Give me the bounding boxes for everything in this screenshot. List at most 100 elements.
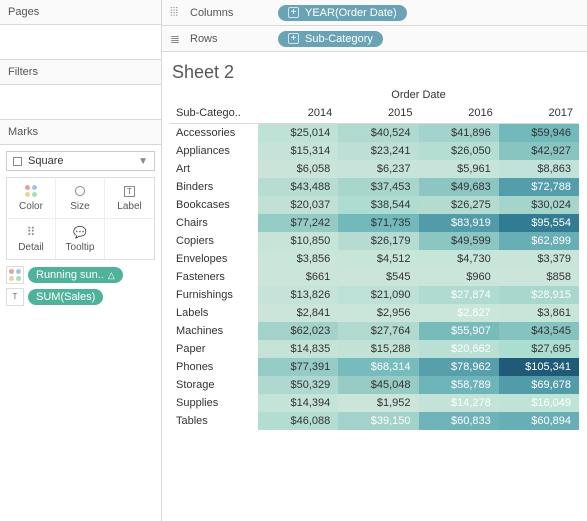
rows-shelf[interactable]: ≣ Rows + Sub-Category [162,26,587,52]
cell[interactable]: $42,927 [499,142,579,160]
cell[interactable]: $661 [258,268,338,286]
cell[interactable]: $3,379 [499,250,579,268]
cell[interactable]: $2,841 [258,304,338,322]
cell[interactable]: $50,329 [258,376,338,394]
cell[interactable]: $43,545 [499,322,579,340]
cell[interactable]: $40,524 [338,124,418,143]
cell[interactable]: $16,049 [499,394,579,412]
cell[interactable]: $858 [499,268,579,286]
cell[interactable]: $45,048 [338,376,418,394]
filters-shelf[interactable]: Filters [0,60,161,120]
cell[interactable]: $62,899 [499,232,579,250]
cell[interactable]: $69,678 [499,376,579,394]
tooltip-button[interactable]: 💬 Tooltip [56,219,105,259]
cell[interactable]: $39,150 [338,412,418,430]
cell[interactable]: $58,789 [419,376,499,394]
cell[interactable]: $27,695 [499,340,579,358]
cell[interactable]: $59,946 [499,124,579,143]
cell[interactable]: $38,544 [338,196,418,214]
cell[interactable]: $28,915 [499,286,579,304]
cell[interactable]: $55,907 [419,322,499,340]
cell[interactable]: $60,894 [499,412,579,430]
cell[interactable]: $4,730 [419,250,499,268]
pages-shelf[interactable]: Pages [0,0,161,60]
cell[interactable]: $41,896 [419,124,499,143]
cell[interactable]: $4,512 [338,250,418,268]
cell[interactable]: $30,024 [499,196,579,214]
cell[interactable]: $83,919 [419,214,499,232]
cell[interactable]: $77,242 [258,214,338,232]
cell[interactable]: $95,554 [499,214,579,232]
cell[interactable]: $20,037 [258,196,338,214]
cell[interactable]: $71,735 [338,214,418,232]
cell[interactable]: $8,863 [499,160,579,178]
cell[interactable]: $78,962 [419,358,499,376]
cell[interactable]: $26,179 [338,232,418,250]
cell[interactable]: $10,850 [258,232,338,250]
mark-btn-label: Color [19,201,43,212]
cell[interactable]: $3,861 [499,304,579,322]
cell[interactable]: $37,453 [338,178,418,196]
color-button[interactable]: Color [7,178,56,219]
table-row: Phones$77,391$68,314$78,962$105,341 [170,358,579,376]
cell[interactable]: $1,952 [338,394,418,412]
rows-pill[interactable]: + Sub-Category [278,31,383,47]
pill-label: SUM(Sales) [36,291,95,303]
table-row: Paper$14,835$15,288$20,662$27,695 [170,340,579,358]
cell[interactable]: $77,391 [258,358,338,376]
mark-type-select[interactable]: Square ▼ [6,151,155,171]
left-panel: Pages Filters Marks Square ▼ Color [0,0,162,521]
cell[interactable]: $6,237 [338,160,418,178]
cell[interactable]: $49,683 [419,178,499,196]
cell[interactable]: $68,314 [338,358,418,376]
cell[interactable]: $25,014 [258,124,338,143]
marks-pill-color[interactable]: Running sun..△ [6,266,155,284]
cell[interactable]: $960 [419,268,499,286]
cell[interactable]: $3,856 [258,250,338,268]
marks-header: Marks [0,120,161,145]
cell[interactable]: $26,275 [419,196,499,214]
cell[interactable]: $23,241 [338,142,418,160]
pill-text: Sub-Category [305,33,373,45]
row-label: Tables [170,412,258,430]
row-label: Chairs [170,214,258,232]
detail-button[interactable]: ⠿ Detail [7,219,56,259]
cell[interactable]: $60,833 [419,412,499,430]
cell[interactable]: $46,088 [258,412,338,430]
cell[interactable]: $14,394 [258,394,338,412]
columns-pill[interactable]: + YEAR(Order Date) [278,5,407,21]
col-header: 2014 [258,103,338,124]
cell[interactable]: $43,488 [258,178,338,196]
cell[interactable]: $20,662 [419,340,499,358]
size-button[interactable]: Size [56,178,105,219]
cell[interactable]: $14,835 [258,340,338,358]
label-button[interactable]: T Label [105,178,154,219]
filters-header: Filters [0,60,161,85]
cell[interactable]: $6,058 [258,160,338,178]
detail-icon: ⠿ [27,225,36,239]
cell[interactable]: $13,826 [258,286,338,304]
cell[interactable]: $105,341 [499,358,579,376]
table-row: Copiers$10,850$26,179$49,599$62,899 [170,232,579,250]
cell[interactable]: $15,314 [258,142,338,160]
cell[interactable]: $26,050 [419,142,499,160]
pages-header: Pages [0,0,161,25]
columns-shelf[interactable]: ⦙⦙⦙ Columns + YEAR(Order Date) [162,0,587,26]
cell[interactable]: $27,764 [338,322,418,340]
cell[interactable]: $5,961 [419,160,499,178]
right-panel: ⦙⦙⦙ Columns + YEAR(Order Date) ≣ Rows + … [162,0,587,521]
cell[interactable]: $27,874 [419,286,499,304]
cell[interactable]: $545 [338,268,418,286]
cell[interactable]: $2,827 [419,304,499,322]
label-icon: T [124,186,135,197]
cell[interactable]: $21,090 [338,286,418,304]
cell[interactable]: $62,023 [258,322,338,340]
row-label: Bookcases [170,196,258,214]
cell[interactable]: $15,288 [338,340,418,358]
cell[interactable]: $2,956 [338,304,418,322]
cell[interactable]: $49,599 [419,232,499,250]
marks-pill-label[interactable]: T SUM(Sales) [6,288,155,306]
column-group-header: Order Date [258,89,579,101]
cell[interactable]: $14,278 [419,394,499,412]
cell[interactable]: $72,788 [499,178,579,196]
